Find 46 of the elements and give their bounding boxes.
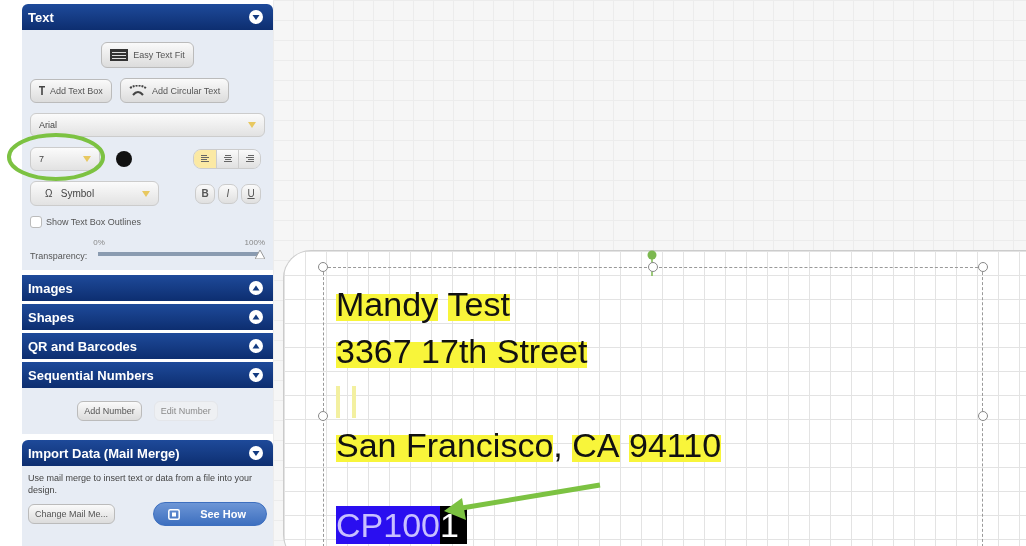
- align-left-button[interactable]: [194, 150, 216, 168]
- font-size-dropdown[interactable]: 7: [30, 147, 100, 171]
- dropdown-arrow-icon: [83, 156, 91, 162]
- section-header[interactable]: Shapes: [22, 304, 273, 330]
- align-center-button[interactable]: [216, 150, 238, 168]
- slider-thumb[interactable]: [255, 250, 265, 259]
- font-dropdown[interactable]: Arial: [30, 113, 265, 137]
- align-icon: [223, 155, 232, 163]
- section-header[interactable]: Sequential Numbers: [22, 362, 273, 388]
- easy-text-fit-button[interactable]: Easy Text Fit: [101, 42, 194, 68]
- slider-min-label: 0%: [93, 238, 105, 247]
- slider-max-label: 100%: [244, 238, 265, 247]
- see-how-button[interactable]: See How: [153, 502, 267, 527]
- dropdown-arrow-icon: [142, 190, 150, 197]
- align-icon: [201, 155, 209, 163]
- arc-text-icon: [128, 85, 147, 96]
- color-picker[interactable]: [116, 151, 132, 167]
- number-button[interactable]: Add Number: [77, 401, 142, 421]
- resize-handle[interactable]: [978, 262, 988, 272]
- section-header[interactable]: Text: [22, 4, 273, 30]
- resize-handle[interactable]: [318, 262, 328, 272]
- text-style-button[interactable]: B: [195, 183, 215, 204]
- section-header[interactable]: Import Data (Mail Merge): [22, 440, 273, 466]
- section-header[interactable]: Images: [22, 275, 273, 301]
- label-text-line: CP1001: [336, 505, 982, 546]
- mail-merge-description: Use mail merge to insert text or data from a file into your design.: [28, 472, 254, 497]
- align-icon: [245, 155, 254, 163]
- resize-handle[interactable]: [978, 411, 988, 421]
- dropdown-arrow-icon: [248, 122, 256, 128]
- text-style-button[interactable]: I: [218, 183, 238, 204]
- video-icon: [168, 508, 181, 520]
- transparency-label: Transparency:: [30, 251, 88, 261]
- resize-handle[interactable]: [318, 411, 328, 421]
- text-style-button[interactable]: U: [241, 183, 261, 204]
- align-right-button[interactable]: [238, 150, 260, 168]
- lines-icon: [110, 49, 129, 61]
- section-header[interactable]: QR and Barcodes: [22, 333, 273, 359]
- checkbox[interactable]: [30, 216, 42, 228]
- checkbox-label: Show Text Box Outlines: [46, 217, 141, 227]
- symbol-dropdown[interactable]: Ω Symbol: [30, 181, 159, 206]
- add-circular-text-button[interactable]: Add Circular Text: [119, 78, 230, 103]
- cursor-marks-drawing: [336, 385, 356, 418]
- change-mail-merge-button[interactable]: Change Mail Me...: [28, 504, 116, 525]
- add-text-box-button[interactable]: Add Text Box: [30, 78, 112, 103]
- resize-handle[interactable]: [648, 262, 658, 272]
- text-cursor-icon: [39, 86, 45, 95]
